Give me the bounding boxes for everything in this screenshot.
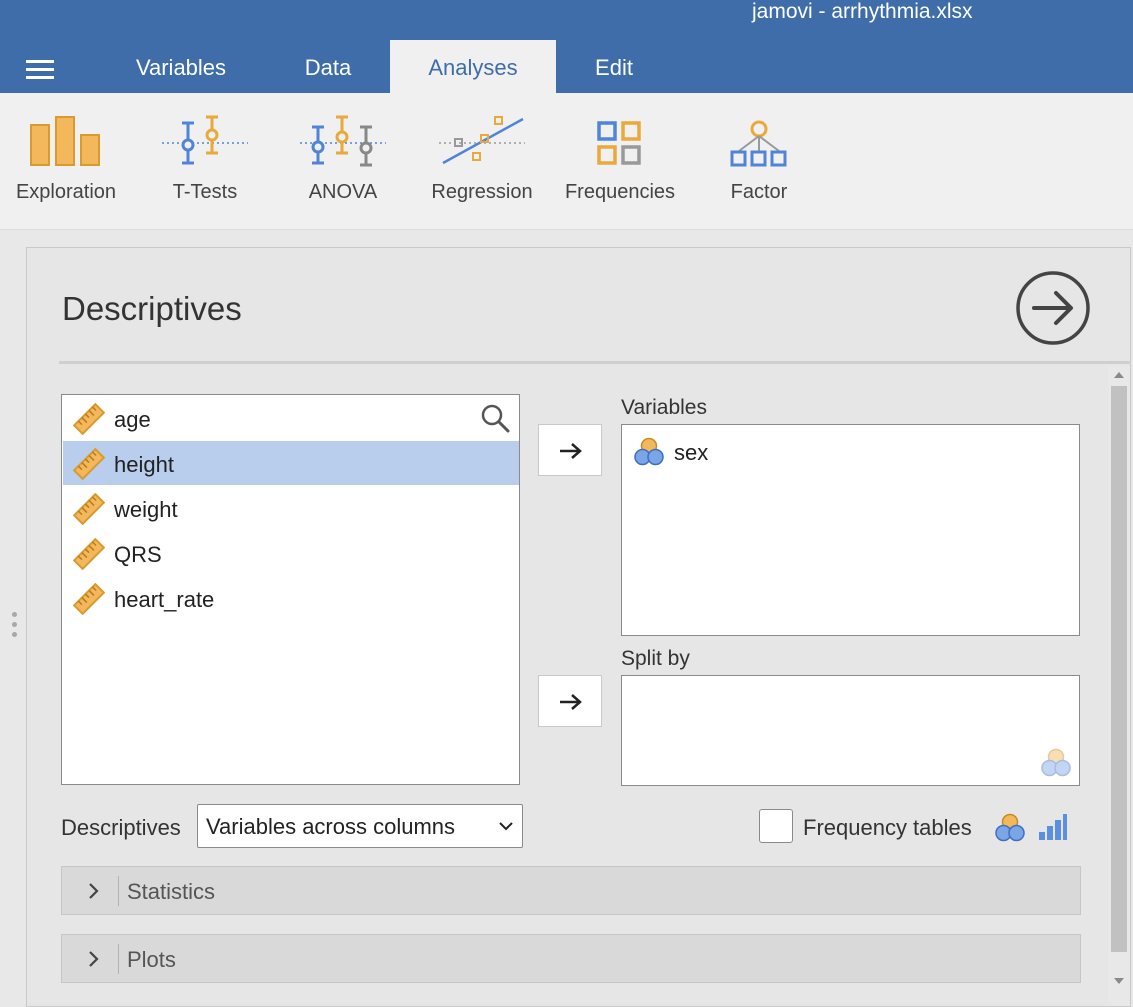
factor-icon [730, 120, 787, 167]
list-item[interactable]: height [63, 441, 519, 485]
heading-divider [59, 361, 1131, 364]
frequency-tables-label: Frequency tables [803, 815, 972, 840]
section-label: Statistics [127, 879, 216, 904]
list-item[interactable]: QRS [63, 531, 519, 575]
descriptives-layout-select[interactable]: Variables across columns [197, 804, 523, 848]
nominal-variable-hint-icon [1041, 748, 1071, 777]
selected-option: Variables across columns [206, 814, 456, 839]
list-item[interactable]: age [63, 396, 519, 440]
exploration-button[interactable]: Exploration [6, 93, 126, 230]
vertical-scrollbar[interactable] [1108, 366, 1130, 1006]
window-title: jamovi - arrhythmia.xlsx [752, 0, 973, 23]
anova-button[interactable]: ANOVA [283, 93, 403, 230]
factor-label: Factor [730, 181, 788, 203]
tab-data[interactable]: Data [282, 40, 374, 93]
run-arrow-icon[interactable] [1015, 270, 1091, 346]
statistics-section[interactable]: Statistics [61, 866, 1081, 915]
chevron-right-icon [89, 883, 99, 899]
scroll-thumb[interactable] [1111, 386, 1127, 952]
section-divider [118, 944, 119, 974]
analysis-title: Descriptives [62, 290, 242, 327]
scroll-up-icon[interactable] [1113, 370, 1125, 380]
variable-name: heart_rate [114, 587, 215, 612]
continuous-variable-icon [73, 493, 105, 525]
chevron-right-icon [89, 951, 99, 967]
section-label: Plots [127, 947, 176, 972]
anova-label: ANOVA [308, 181, 378, 203]
source-variable-list[interactable]: age height weight QRS heart_rate [61, 394, 520, 785]
continuous-variable-icon [73, 403, 105, 435]
t-tests-button[interactable]: T-Tests [145, 93, 265, 230]
factor-button[interactable]: Factor [699, 93, 819, 230]
tab-edit[interactable]: Edit [574, 40, 654, 93]
variable-name: age [114, 407, 151, 432]
move-to-split-by-button[interactable] [538, 675, 602, 727]
continuous-variable-icon [73, 448, 105, 480]
anova-icon [300, 115, 386, 167]
frequency-tables-checkbox[interactable] [759, 809, 793, 843]
nominal-variable-icon [634, 437, 664, 466]
frequencies-icon [597, 121, 641, 165]
list-item[interactable]: weight [63, 486, 519, 530]
search-icon[interactable] [480, 403, 510, 433]
variable-name: height [114, 452, 174, 477]
exploration-icon [30, 116, 100, 166]
tab-variables[interactable]: Variables [115, 40, 247, 93]
regression-icon [439, 116, 525, 165]
chevron-down-icon [499, 822, 513, 831]
panel-resize-handle[interactable] [10, 612, 18, 642]
section-divider [118, 876, 119, 906]
tab-analyses[interactable]: Analyses [390, 40, 556, 93]
t-tests-icon [162, 115, 248, 165]
continuous-variable-icon [73, 583, 105, 615]
plots-section[interactable]: Plots [61, 934, 1081, 983]
options-panel: Descriptives age height weight QRS heart… [26, 247, 1131, 1007]
frequencies-button[interactable]: Frequencies [560, 93, 680, 230]
variable-name: sex [674, 440, 709, 465]
list-item[interactable]: sex [623, 429, 1073, 473]
variables-target-list[interactable]: sex [621, 424, 1080, 636]
list-item[interactable]: heart_rate [63, 576, 519, 620]
scroll-down-icon[interactable] [1113, 976, 1125, 986]
nominal-variable-icon [995, 813, 1025, 842]
continuous-variable-icon [73, 538, 105, 570]
variables-label: Variables [621, 396, 707, 419]
regression-label: Regression [431, 181, 533, 203]
regression-button[interactable]: Regression [422, 93, 542, 230]
t-tests-label: T-Tests [172, 181, 238, 203]
exploration-label: Exploration [15, 181, 117, 203]
analyses-ribbon: Exploration T-Tests ANOVA Regression Fre… [0, 93, 1133, 230]
arrow-right-icon [560, 694, 582, 710]
bar-chart-icon [1039, 814, 1067, 840]
split-by-label: Split by [621, 647, 690, 670]
hamburger-menu-icon[interactable] [26, 60, 54, 80]
split-by-target-list[interactable] [621, 675, 1080, 786]
arrow-right-icon [560, 443, 582, 459]
frequencies-label: Frequencies [564, 181, 676, 203]
descriptives-layout-label: Descriptives [61, 815, 181, 840]
variable-name: QRS [114, 542, 162, 567]
variable-name: weight [114, 497, 178, 522]
move-to-variables-button[interactable] [538, 424, 602, 476]
title-bar: jamovi - arrhythmia.xlsx Variables Data … [0, 0, 1133, 93]
